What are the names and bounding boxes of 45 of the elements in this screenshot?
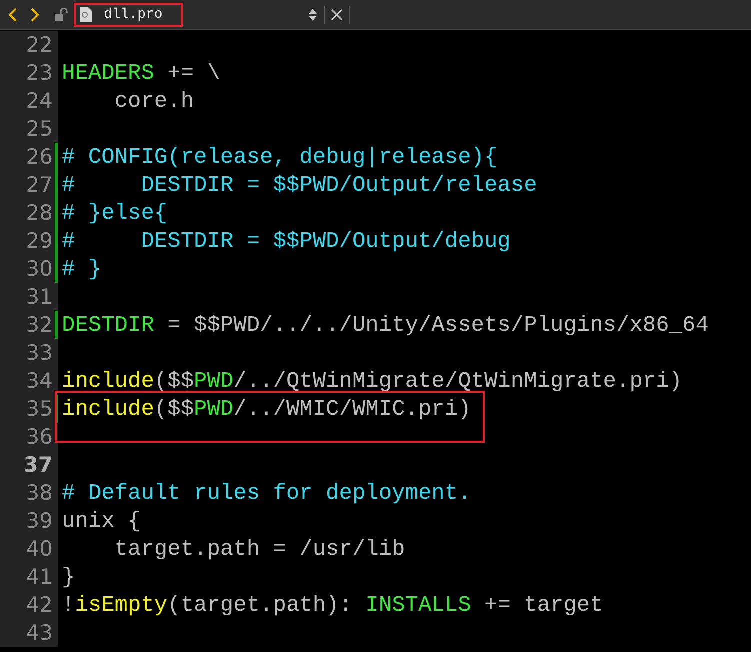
code-line: # }else{ — [62, 200, 168, 226]
line-number: 39 — [26, 509, 54, 533]
up-down-arrows-icon[interactable] — [308, 8, 318, 22]
file-name: dll.pro — [104, 6, 163, 22]
line-number: 31 — [26, 285, 54, 309]
code-line: # } — [62, 256, 102, 282]
line-number: 27 — [26, 173, 54, 197]
line-number: 43 — [26, 621, 54, 645]
line-number: 37 — [24, 453, 54, 477]
line-number: 22 — [26, 33, 54, 57]
line-number: 35 — [26, 397, 54, 421]
line-number: 29 — [26, 229, 54, 253]
code-line: HEADERS += \ — [62, 60, 220, 86]
code-line: core.h — [114, 88, 194, 114]
line-number: 38 — [26, 481, 54, 505]
code-line: target.path = /usr/lib — [114, 536, 406, 562]
code-line: } — [62, 564, 76, 590]
file-tab[interactable]: dll.pro — [74, 2, 183, 26]
line-number: 25 — [26, 117, 54, 141]
line-number: 33 — [26, 341, 54, 365]
line-number: 24 — [26, 89, 54, 113]
unlocked-padlock-icon[interactable] — [54, 8, 68, 22]
forward-icon[interactable] — [30, 6, 40, 22]
code-line: !isEmpty(target.path): INSTALLS += target — [62, 592, 604, 618]
close-icon[interactable] — [331, 8, 343, 20]
line-number: 23 — [26, 61, 54, 85]
line-number: 36 — [26, 425, 54, 449]
code-line: # DESTDIR = $$PWD/Output/debug — [62, 228, 511, 254]
code-line: include($$PWD/../WMIC/WMIC.pri) — [62, 396, 472, 422]
code-line: # DESTDIR = $$PWD/Output/release — [62, 172, 538, 198]
code-line: DESTDIR = $$PWD/../../Unity/Assets/Plugins/x86_64 — [62, 312, 709, 338]
line-number: 26 — [26, 145, 54, 169]
line-number: 32 — [26, 313, 54, 337]
code-line: unix { — [62, 508, 142, 534]
line-number: 28 — [26, 201, 54, 225]
code-line: # Default rules for deployment. — [62, 480, 472, 506]
line-number: 40 — [26, 537, 54, 561]
line-number: 34 — [26, 369, 54, 393]
line-number: 41 — [26, 565, 54, 589]
file-icon — [80, 7, 92, 22]
line-number: 30 — [26, 257, 54, 281]
code-line: # CONFIG(release, debug|release){ — [62, 144, 498, 170]
line-number: 42 — [26, 593, 54, 617]
code-line: include($$PWD/../QtWinMigrate/QtWinMigrate.pri) — [62, 368, 683, 394]
back-icon[interactable] — [8, 6, 18, 22]
